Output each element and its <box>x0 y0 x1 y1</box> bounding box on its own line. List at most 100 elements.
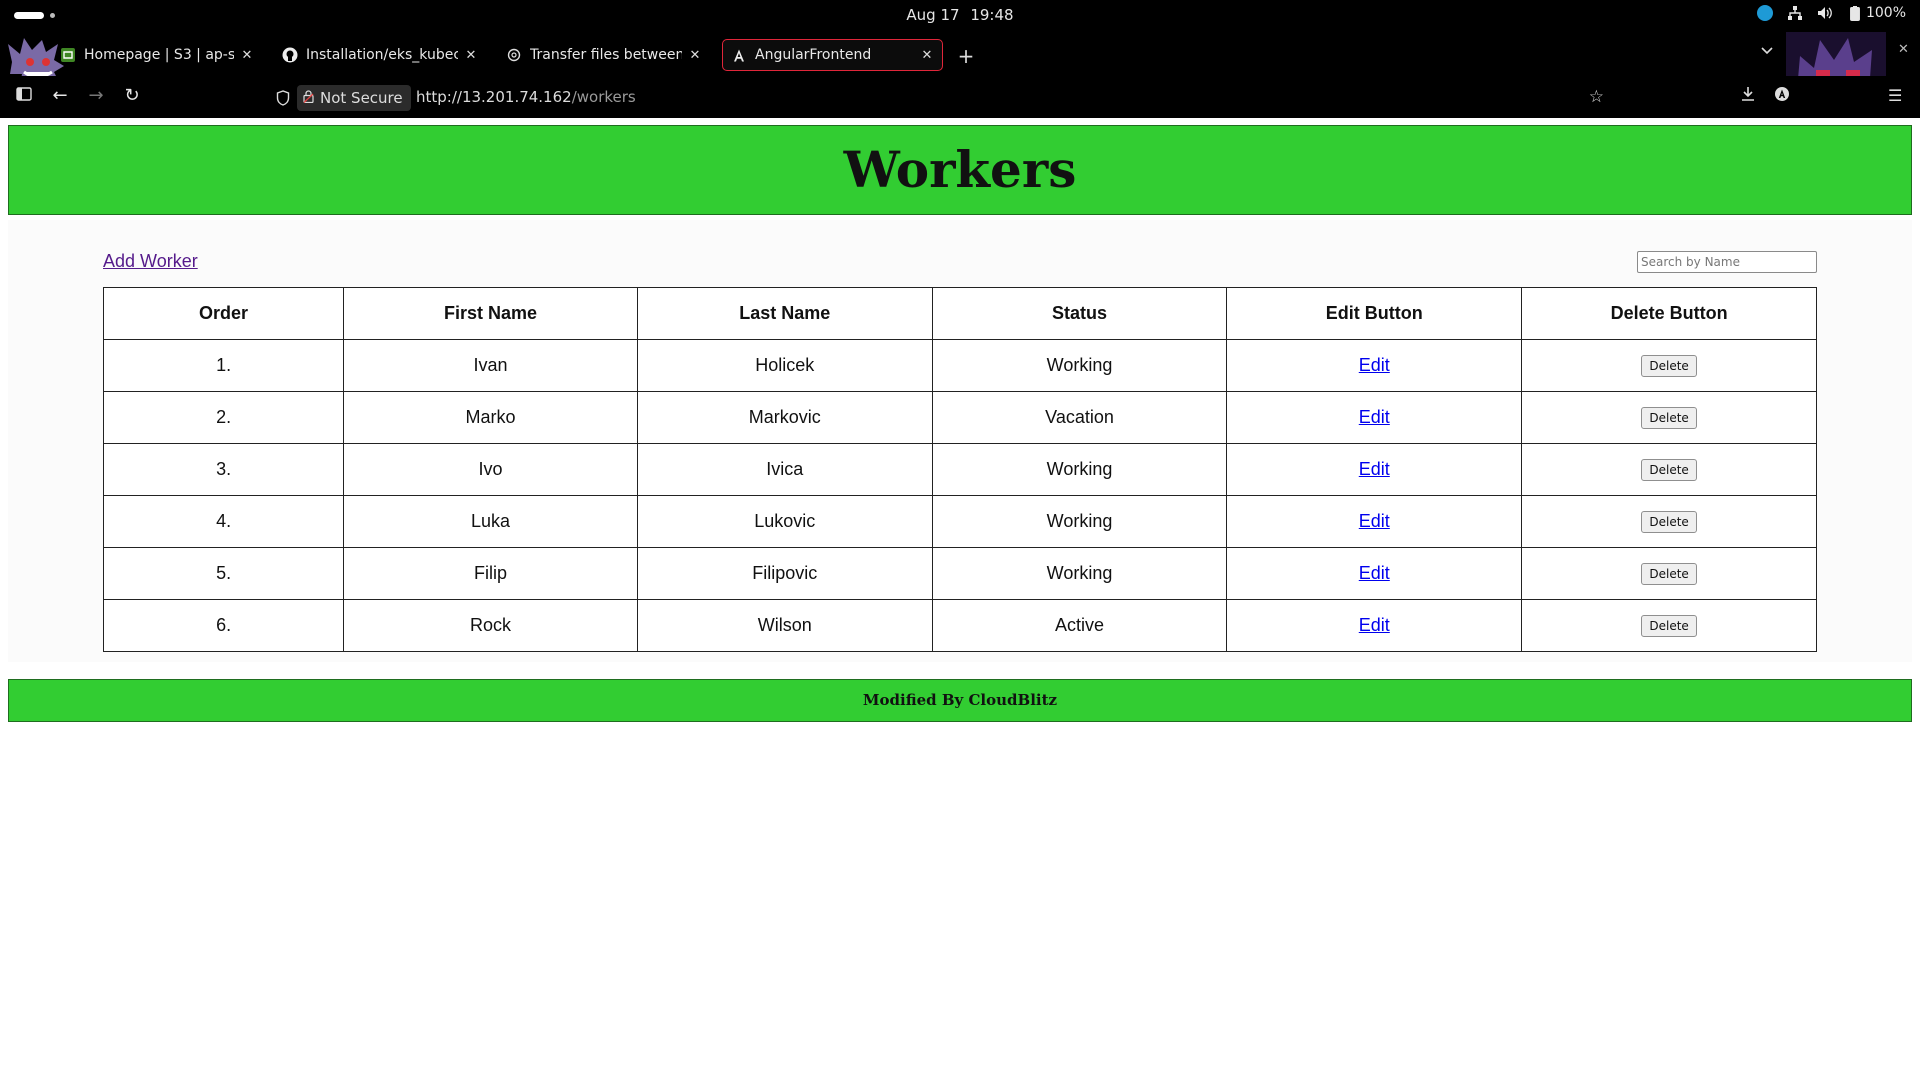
clock-date: Aug 17 <box>906 6 960 24</box>
cell-order: 4. <box>102 495 345 548</box>
cell-status: Active <box>931 599 1228 652</box>
web-page: Workers Add Worker Order First Name Last… <box>0 118 1920 1080</box>
table-header-row: Order First Name Last Name Status Edit B… <box>102 287 1817 340</box>
url-host: http://13.201.74.162 <box>416 88 572 106</box>
navigation-bar: ← → ↻ Not Secure http://13.201.74.162/wo… <box>0 76 1920 118</box>
edit-link[interactable]: Edit <box>1359 563 1390 583</box>
cell-last-name: Filipovic <box>636 547 933 600</box>
close-icon[interactable]: ✕ <box>920 48 934 63</box>
menu-icon[interactable]: ☰ <box>1888 86 1902 105</box>
column-header-last-name: Last Name <box>636 287 933 340</box>
edit-link[interactable]: Edit <box>1359 355 1390 375</box>
clock[interactable]: Aug 17 19:48 <box>0 6 1920 24</box>
reload-button[interactable]: ↻ <box>120 85 144 106</box>
github-icon <box>282 47 298 63</box>
cell-edit: Edit <box>1226 495 1523 548</box>
cell-first-name: Filip <box>343 547 638 600</box>
tab-angular-frontend[interactable]: AngularFrontend ✕ <box>722 39 943 71</box>
edit-link[interactable]: Edit <box>1359 511 1390 531</box>
page-header: Workers <box>8 125 1912 215</box>
forward-button[interactable]: → <box>84 85 108 106</box>
delete-button[interactable]: Delete <box>1641 615 1697 637</box>
page-footer: Modified By CloudBlitz <box>8 679 1912 722</box>
delete-button[interactable]: Delete <box>1641 459 1697 481</box>
account-icon[interactable] <box>1774 86 1790 106</box>
close-icon[interactable]: ✕ <box>240 48 254 63</box>
close-icon[interactable]: ✕ <box>464 48 478 63</box>
cell-order: 3. <box>102 443 345 496</box>
battery-indicator: 100% <box>1847 5 1906 21</box>
tab-s3-homepage[interactable]: Homepage | S3 | ap-south ✕ <box>52 39 262 71</box>
cell-edit: Edit <box>1226 547 1523 600</box>
cell-order: 1. <box>102 339 345 392</box>
not-secure-indicator[interactable]: Not Secure <box>297 85 411 111</box>
table-row: 2. Marko Markovic Vacation Edit Delete <box>102 391 1817 444</box>
cell-order: 6. <box>102 599 345 652</box>
cell-edit: Edit <box>1226 391 1523 444</box>
cell-delete: Delete <box>1521 339 1817 392</box>
edit-link[interactable]: Edit <box>1359 459 1390 479</box>
cell-edit: Edit <box>1226 443 1523 496</box>
footer-text: Modified By CloudBlitz <box>862 691 1058 709</box>
cell-status: Working <box>931 443 1228 496</box>
tab-list-chevron-icon[interactable] <box>1760 44 1774 60</box>
address-bar[interactable]: Not Secure http://13.201.74.162/workers … <box>266 82 1614 114</box>
cell-first-name: Ivan <box>343 339 638 392</box>
battery-icon <box>1847 6 1863 21</box>
close-window-icon[interactable]: ✕ <box>1898 42 1909 57</box>
clock-time: 19:48 <box>970 6 1014 24</box>
shield-icon[interactable] <box>276 90 290 106</box>
new-tab-button[interactable]: + <box>956 44 976 68</box>
sidebar-toggle-icon[interactable] <box>12 85 36 106</box>
cell-first-name: Marko <box>343 391 638 444</box>
cell-status: Working <box>931 495 1228 548</box>
cell-edit: Edit <box>1226 599 1523 652</box>
cell-last-name: Holicek <box>636 339 933 392</box>
column-header-status: Status <box>931 287 1228 340</box>
tab-title: Homepage | S3 | ap-south <box>84 47 234 63</box>
bookmark-star-icon[interactable]: ☆ <box>1589 87 1604 107</box>
column-header-first-name: First Name <box>343 287 638 340</box>
cell-delete: Delete <box>1521 547 1817 600</box>
tab-title: Transfer files between EC <box>530 47 682 63</box>
network-icon <box>1787 6 1803 20</box>
app-indicator-icon[interactable] <box>1756 5 1773 21</box>
table-row: 6. Rock Wilson Active Edit Delete <box>102 599 1817 652</box>
tab-github-installation[interactable]: Installation/eks_kubectl_ ✕ <box>274 39 486 71</box>
table-row: 1. Ivan Holicek Working Edit Delete <box>102 339 1817 392</box>
cell-order: 2. <box>102 391 345 444</box>
delete-button[interactable]: Delete <box>1641 407 1697 429</box>
delete-button[interactable]: Delete <box>1641 563 1697 585</box>
downloads-icon[interactable] <box>1740 86 1756 106</box>
angular-icon <box>731 47 747 63</box>
tab-title: Installation/eks_kubectl_ <box>306 47 458 63</box>
table-row: 4. Luka Lukovic Working Edit Delete <box>102 495 1817 548</box>
column-header-delete-button: Delete Button <box>1521 287 1817 340</box>
close-icon[interactable]: ✕ <box>688 48 702 63</box>
edit-link[interactable]: Edit <box>1359 615 1390 635</box>
cell-delete: Delete <box>1521 495 1817 548</box>
cell-last-name: Markovic <box>636 391 933 444</box>
delete-button[interactable]: Delete <box>1641 355 1697 377</box>
tab-bar: Homepage | S3 | ap-south ✕ Installation/… <box>0 31 1920 76</box>
system-tray[interactable]: 100% <box>1756 5 1906 21</box>
os-top-bar: Aug 17 19:48 100% <box>0 0 1920 31</box>
url-path: /workers <box>571 88 636 106</box>
cell-delete: Delete <box>1521 599 1817 652</box>
cell-first-name: Rock <box>343 599 638 652</box>
add-worker-link[interactable]: Add Worker <box>103 251 198 272</box>
page-title: Workers <box>843 140 1077 199</box>
battery-percent: 100% <box>1865 5 1906 21</box>
cell-last-name: Wilson <box>636 599 933 652</box>
search-input[interactable] <box>1637 251 1817 273</box>
lock-warning-icon <box>303 90 314 106</box>
cell-status: Vacation <box>931 391 1228 444</box>
url-text[interactable]: http://13.201.74.162/workers <box>416 88 636 106</box>
cell-order: 5. <box>102 547 345 600</box>
edit-link[interactable]: Edit <box>1359 407 1390 427</box>
volume-icon <box>1817 6 1833 20</box>
cell-delete: Delete <box>1521 443 1817 496</box>
delete-button[interactable]: Delete <box>1641 511 1697 533</box>
tab-transfer-files[interactable]: Transfer files between EC ✕ <box>498 39 710 71</box>
back-button[interactable]: ← <box>48 85 72 106</box>
